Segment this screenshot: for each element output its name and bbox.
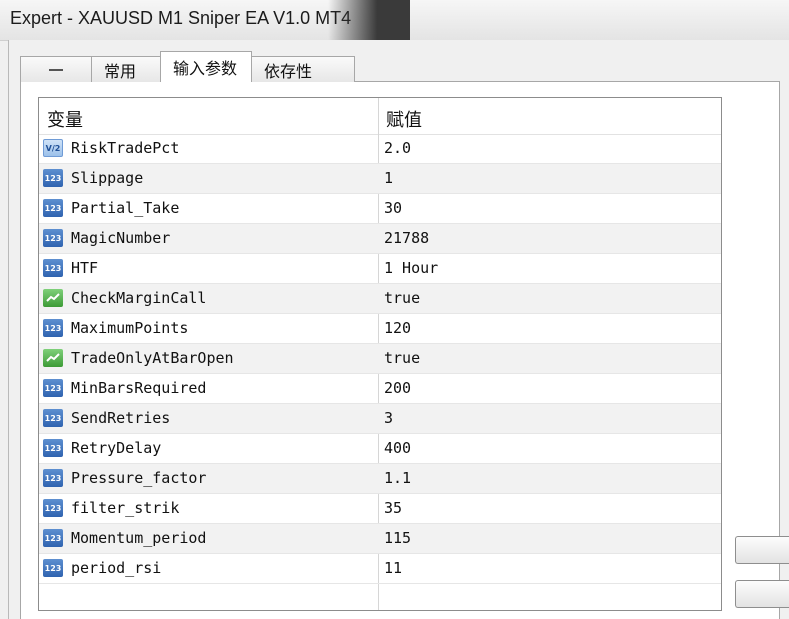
parameter-row[interactable]: 123 filter_strik 35 bbox=[39, 494, 721, 524]
parameter-name: Momentum_period bbox=[71, 529, 207, 547]
integer-param-icon: 123 bbox=[43, 409, 63, 427]
parameter-row[interactable]: 123 HTF 1 Hour bbox=[39, 254, 721, 284]
parameter-row[interactable]: 123 RetryDelay 400 bbox=[39, 434, 721, 464]
list-header: 变量 赋值 bbox=[39, 98, 721, 135]
integer-param-icon: 123 bbox=[43, 469, 63, 487]
parameter-value[interactable]: 400 bbox=[384, 439, 411, 457]
tab-inputs-label: 输入参数 bbox=[173, 59, 238, 78]
parameter-row[interactable]: 123 MinBarsRequired 200 bbox=[39, 374, 721, 404]
parameter-name: MagicNumber bbox=[71, 229, 171, 247]
integer-param-icon: 123 bbox=[43, 169, 63, 187]
parameter-name: HTF bbox=[71, 259, 99, 277]
window-title: Expert - XAUUSD M1 Sniper EA V1.0 MT4 bbox=[10, 8, 352, 28]
bool-param-icon bbox=[43, 349, 63, 367]
parameter-name: Pressure_factor bbox=[71, 469, 207, 487]
input-parameters-list[interactable]: 变量 赋值 V/2 RiskTradePct 2.0 123 Slippage 1 123 P… bbox=[38, 97, 722, 611]
parameter-value[interactable]: 11 bbox=[384, 559, 402, 577]
integer-param-icon: 123 bbox=[43, 439, 63, 457]
parameter-value[interactable]: 30 bbox=[384, 199, 402, 217]
parameter-value[interactable]: 21788 bbox=[384, 229, 429, 247]
integer-param-icon: 123 bbox=[43, 529, 63, 547]
parameter-row[interactable]: TradeOnlyAtBarOpen true bbox=[39, 344, 721, 374]
column-header-variable[interactable]: 变量 bbox=[47, 106, 83, 132]
cancel-button[interactable] bbox=[735, 580, 789, 608]
integer-param-icon: 123 bbox=[43, 499, 63, 517]
parameter-name: TradeOnlyAtBarOpen bbox=[71, 349, 234, 367]
parameter-row[interactable]: 123 Slippage 1 bbox=[39, 164, 721, 194]
parameter-value[interactable]: true bbox=[384, 349, 420, 367]
parameter-value[interactable]: true bbox=[384, 289, 420, 307]
parameter-value[interactable]: 115 bbox=[384, 529, 411, 547]
parameter-row[interactable]: V/2 RiskTradePct 2.0 bbox=[39, 134, 721, 164]
parameter-row[interactable]: 123 Pressure_factor 1.1 bbox=[39, 464, 721, 494]
tab-dependencies-label: 依存性 bbox=[264, 61, 313, 81]
tab-dependencies[interactable]: 依存性 bbox=[251, 56, 355, 82]
tab-common-label: 常用 bbox=[104, 61, 137, 81]
parameter-name: period_rsi bbox=[71, 559, 162, 577]
tab-common[interactable]: 常用 bbox=[91, 56, 161, 82]
titlebar-shadow bbox=[328, 0, 410, 40]
parameter-row[interactable]: CheckMarginCall true bbox=[39, 284, 721, 314]
parameter-name: Partial_Take bbox=[71, 199, 180, 217]
parameter-row[interactable]: 123 MaximumPoints 120 bbox=[39, 314, 721, 344]
integer-param-icon: 123 bbox=[43, 559, 63, 577]
parameter-row[interactable]: 123 MagicNumber 21788 bbox=[39, 224, 721, 254]
parameter-value[interactable]: 200 bbox=[384, 379, 411, 397]
parameter-name: RetryDelay bbox=[71, 439, 162, 457]
parameter-row[interactable]: 123 SendRetries 3 bbox=[39, 404, 721, 434]
bool-param-icon bbox=[43, 289, 63, 307]
dash-icon bbox=[49, 68, 63, 71]
window-titlebar: Expert - XAUUSD M1 Sniper EA V1.0 MT4 bbox=[0, 0, 789, 41]
parameter-value[interactable]: 3 bbox=[384, 409, 393, 427]
parameter-value[interactable]: 35 bbox=[384, 499, 402, 517]
parameter-name: filter_strik bbox=[71, 499, 180, 517]
parameter-row[interactable]: 123 Momentum_period 115 bbox=[39, 524, 721, 554]
parameter-name: RiskTradePct bbox=[71, 139, 180, 157]
parameter-value[interactable]: 2.0 bbox=[384, 139, 411, 157]
ok-button[interactable] bbox=[735, 536, 789, 564]
parameter-value[interactable]: 1 Hour bbox=[384, 259, 438, 277]
integer-param-icon: 123 bbox=[43, 319, 63, 337]
tab-strip: 常用 输入参数 依存性 bbox=[20, 51, 355, 82]
parameter-name: SendRetries bbox=[71, 409, 171, 427]
double-param-icon: V/2 bbox=[43, 139, 63, 157]
integer-param-icon: 123 bbox=[43, 229, 63, 247]
parameter-name: CheckMarginCall bbox=[71, 289, 207, 307]
integer-param-icon: 123 bbox=[43, 379, 63, 397]
parameter-row[interactable]: 123 period_rsi 11 bbox=[39, 554, 721, 584]
parameter-name: MinBarsRequired bbox=[71, 379, 207, 397]
parameter-name: MaximumPoints bbox=[71, 319, 189, 337]
parameter-value[interactable]: 120 bbox=[384, 319, 411, 337]
integer-param-icon: 123 bbox=[43, 199, 63, 217]
parameter-value[interactable]: 1 bbox=[384, 169, 393, 187]
column-header-value[interactable]: 赋值 bbox=[386, 106, 422, 132]
parameter-name: Slippage bbox=[71, 169, 144, 187]
integer-param-icon: 123 bbox=[43, 259, 63, 277]
tab-about[interactable] bbox=[20, 56, 92, 82]
parameter-row[interactable]: 123 Partial_Take 30 bbox=[39, 194, 721, 224]
parameter-value[interactable]: 1.1 bbox=[384, 469, 411, 487]
tab-inputs[interactable]: 输入参数 bbox=[160, 51, 252, 82]
